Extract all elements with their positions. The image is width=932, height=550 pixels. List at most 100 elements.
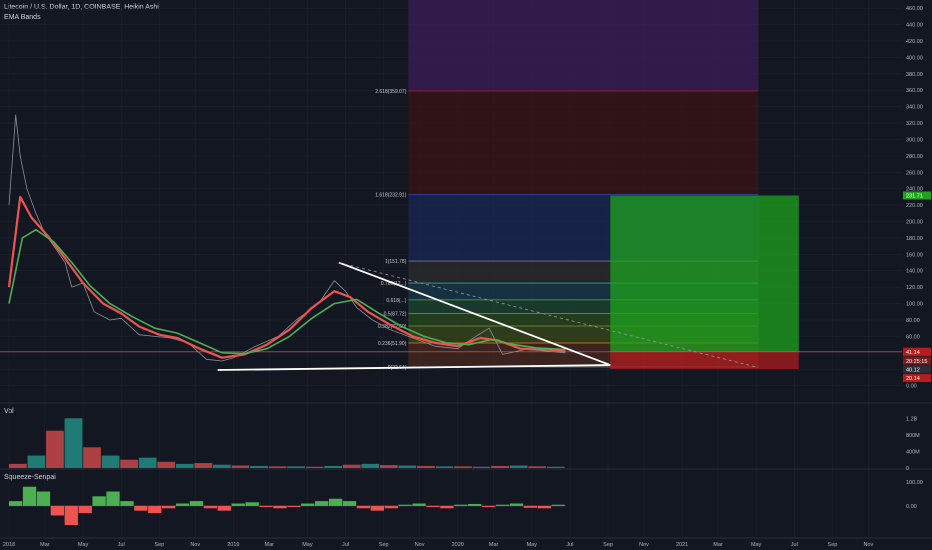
volume-bar	[120, 459, 139, 468]
volume-bar	[509, 465, 528, 468]
time-tick-label: Mar	[265, 542, 275, 548]
time-tick-label: Jul	[118, 542, 125, 548]
squeeze-bar	[440, 505, 454, 509]
squeeze-bar	[231, 503, 245, 506]
squeeze-bar	[384, 505, 398, 509]
fib-level-label: 1(151.78)	[385, 259, 407, 265]
price-tick-label: 460.00	[906, 6, 923, 12]
volume-bar	[361, 463, 380, 468]
volume-bar	[528, 466, 547, 468]
squeeze-bar	[342, 501, 357, 506]
time-tick-label: Sep	[828, 542, 838, 548]
squeeze-bar	[370, 505, 384, 511]
volume-bar	[435, 466, 454, 468]
squeeze-bar	[189, 501, 204, 506]
price-tag-label: 40.12	[906, 368, 920, 374]
fib-level-label: 0.618(...)	[386, 298, 406, 304]
price-tag-label: 41.14	[906, 350, 920, 356]
squeeze-bar	[273, 505, 287, 509]
volume-bar	[138, 457, 157, 468]
volume-bar	[194, 463, 213, 468]
volume-bar	[101, 455, 120, 468]
squeeze-bar	[328, 498, 343, 506]
time-tick-label: May	[751, 542, 762, 548]
time-tick-label: Nov	[415, 542, 425, 548]
volume-bar	[454, 466, 472, 468]
squeeze-bar	[245, 502, 259, 506]
volume-bar	[324, 465, 343, 468]
time-tick-label: Nov	[639, 542, 649, 548]
time-tick-label: Mar	[489, 542, 499, 548]
price-tick-label: 320.00	[906, 121, 923, 127]
price-tick-label: 120.00	[906, 285, 923, 291]
squeeze-bar	[412, 503, 426, 506]
time-tick-label: May	[78, 542, 89, 548]
time-tick-label: Mar	[40, 542, 50, 548]
price-tick-label: 360.00	[906, 88, 923, 94]
time-tick-label: May	[527, 542, 538, 548]
volume-bar	[46, 430, 64, 468]
squeeze-bar	[468, 503, 482, 506]
time-tick-label: Mar	[713, 542, 723, 548]
price-tick-label: 280.00	[906, 154, 923, 160]
price-tick-label: 260.00	[906, 170, 923, 176]
fib-level-label: 0.236(51.90)	[378, 341, 407, 347]
squeeze-bar	[426, 505, 440, 508]
fib-level-label: 2.618(359.07)	[375, 89, 406, 95]
squeeze-bar	[78, 505, 92, 514]
volume-tick-label: 800M	[906, 433, 920, 439]
volume-bar	[342, 464, 361, 468]
squeeze-bar	[454, 504, 468, 506]
squeeze-bar	[148, 505, 162, 514]
squeeze-bar	[92, 496, 106, 506]
squeeze-bar	[481, 505, 496, 508]
fib-band	[408, 91, 759, 195]
price-tag-label: 20:25:15	[906, 359, 927, 365]
price-tick-label: 340.00	[906, 105, 923, 111]
time-tick-label: 2018	[3, 542, 15, 548]
time-tick-label: Jul	[791, 542, 798, 548]
squeeze-bar	[398, 504, 412, 506]
volume-bar	[27, 455, 46, 468]
squeeze-bar	[259, 505, 273, 508]
price-tick-label: 300.00	[906, 137, 923, 143]
time-tick-label: Jul	[566, 542, 573, 548]
volume-bar	[250, 465, 268, 468]
time-tick-label: Sep	[154, 542, 164, 548]
price-tick-label: 100.00	[906, 302, 923, 308]
volume-bar	[213, 464, 231, 468]
time-tick-label: Sep	[603, 542, 613, 548]
price-tick-label: 60.00	[906, 334, 920, 340]
price-tick-label: 140.00	[906, 269, 923, 275]
fib-band	[408, 0, 759, 92]
squeeze-tick-label: 100.00	[906, 480, 923, 486]
squeeze-bar	[509, 503, 524, 506]
time-tick-label: Nov	[863, 542, 873, 548]
squeeze-bar	[203, 505, 218, 509]
squeeze-bar	[315, 501, 329, 506]
stop-zone	[610, 351, 799, 370]
squeeze-bar	[551, 504, 565, 506]
squeeze-bar	[162, 505, 176, 509]
volume-bar	[491, 465, 509, 468]
price-tick-label: 220.00	[906, 203, 923, 209]
squeeze-bar	[50, 505, 65, 516]
squeeze-bar	[495, 504, 510, 506]
time-tick-label: 2019	[227, 542, 239, 548]
price-chart[interactable]: 2.618(359.07)1.618(232.91)1(151.78)0.786…	[0, 0, 932, 550]
volume-bar	[157, 461, 176, 468]
volume-bar	[268, 466, 287, 468]
squeeze-bar	[36, 491, 51, 506]
squeeze-bar	[22, 486, 37, 506]
price-tick-label: 400.00	[906, 55, 923, 61]
volume-bar	[231, 465, 250, 468]
volume-bar	[8, 463, 27, 468]
price-tick-label: 380.00	[906, 72, 923, 78]
price-tick-label: 180.00	[906, 236, 923, 242]
time-tick-label: Jul	[342, 542, 349, 548]
time-tick-label: 2021	[676, 542, 688, 548]
volume-bar	[64, 418, 83, 468]
volume-bar	[175, 463, 194, 468]
fib-level-label: 1.618(232.91)	[375, 193, 406, 199]
time-tick-label: Sep	[379, 542, 389, 548]
